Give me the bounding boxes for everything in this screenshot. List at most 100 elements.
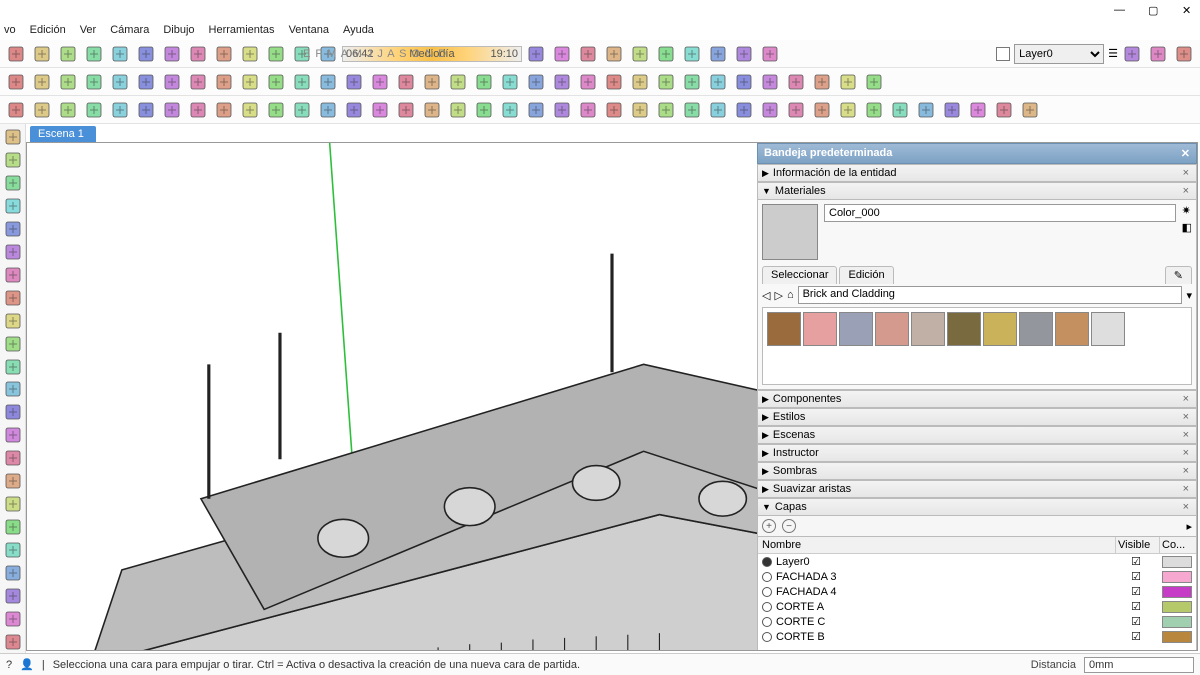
orbit-left-icon[interactable] xyxy=(2,516,24,538)
layer-color-swatch[interactable] xyxy=(1162,601,1192,613)
arc-icon[interactable] xyxy=(212,70,236,94)
material-swatch[interactable] xyxy=(1019,312,1053,346)
axes-icon[interactable] xyxy=(498,70,522,94)
circle-icon[interactable] xyxy=(160,70,184,94)
make-component-icon[interactable] xyxy=(2,149,24,171)
orbit-icon[interactable] xyxy=(550,70,574,94)
menu-cámara[interactable]: Cámara xyxy=(110,24,149,36)
layer-row[interactable]: CORTE B☑ xyxy=(758,629,1196,644)
text-left-icon[interactable] xyxy=(2,447,24,469)
redo-icon[interactable] xyxy=(212,42,236,66)
zoom2-icon[interactable] xyxy=(706,98,730,122)
material-swatch[interactable] xyxy=(1055,312,1089,346)
pie2-icon[interactable] xyxy=(212,98,236,122)
paste-icon[interactable] xyxy=(134,42,158,66)
followme2-icon[interactable] xyxy=(420,98,444,122)
paint2-icon[interactable] xyxy=(30,98,54,122)
outliner-icon[interactable] xyxy=(706,42,730,66)
layers-icon[interactable] xyxy=(810,70,834,94)
layer-visible-checkbox[interactable]: ☑ xyxy=(1114,570,1158,583)
section-styles[interactable]: ▶Estilos× xyxy=(757,408,1197,426)
delete-icon[interactable] xyxy=(160,42,184,66)
pan-left-icon[interactable] xyxy=(2,539,24,561)
select2-icon[interactable] xyxy=(4,98,28,122)
followme-icon[interactable] xyxy=(342,70,366,94)
prev-view-icon[interactable] xyxy=(784,98,808,122)
material-swatch[interactable] xyxy=(1091,312,1125,346)
fog2-icon[interactable] xyxy=(1018,98,1042,122)
sun-icon[interactable] xyxy=(524,42,548,66)
zoom-left-icon[interactable] xyxy=(2,562,24,584)
layer-active-radio[interactable] xyxy=(762,617,772,627)
add-layer-icon[interactable]: + xyxy=(762,519,776,533)
layer-active-radio[interactable] xyxy=(762,587,772,597)
new-file-icon[interactable] xyxy=(4,42,28,66)
walk2-icon[interactable] xyxy=(888,98,912,122)
undo-icon[interactable] xyxy=(186,42,210,66)
material-swatch[interactable] xyxy=(875,312,909,346)
section-components[interactable]: ▶Componentes× xyxy=(757,390,1197,408)
top-view-icon[interactable] xyxy=(1146,42,1170,66)
zoom-extents-icon[interactable] xyxy=(654,70,678,94)
line-icon[interactable] xyxy=(56,70,80,94)
close-icon[interactable]: ✕ xyxy=(1182,4,1194,16)
section-soften[interactable]: ▶Suavizar aristas× xyxy=(757,480,1197,498)
layers-menu-icon[interactable]: ▸ xyxy=(1186,520,1192,533)
dimension-left-icon[interactable] xyxy=(2,470,24,492)
material-swatch[interactable] xyxy=(839,312,873,346)
section-scenes[interactable]: ▶Escenas× xyxy=(757,426,1197,444)
look2-icon[interactable] xyxy=(862,98,886,122)
material-preview-swatch[interactable] xyxy=(762,204,818,260)
arc-tool-icon[interactable] xyxy=(2,287,24,309)
move-icon[interactable] xyxy=(264,70,288,94)
section-left-icon[interactable] xyxy=(2,631,24,653)
zoomwin2-icon[interactable] xyxy=(732,98,756,122)
layers2-icon[interactable] xyxy=(940,98,964,122)
paint-bucket-icon[interactable] xyxy=(2,172,24,194)
pushpull2-icon[interactable] xyxy=(368,98,392,122)
satellite-icon[interactable] xyxy=(576,42,600,66)
look-around-icon[interactable] xyxy=(706,70,730,94)
paint-icon[interactable] xyxy=(758,70,782,94)
scene-icon[interactable] xyxy=(732,42,756,66)
layer-color-swatch[interactable] xyxy=(996,47,1010,61)
section2-icon[interactable] xyxy=(914,98,938,122)
text2-icon[interactable] xyxy=(576,98,600,122)
section-shadows[interactable]: ▶Sombras× xyxy=(757,462,1197,480)
section-materials[interactable]: ▼Materiales× xyxy=(757,182,1197,200)
dimension-icon[interactable] xyxy=(446,70,470,94)
menu-ventana[interactable]: Ventana xyxy=(289,24,329,36)
select-icon[interactable] xyxy=(4,70,28,94)
layer-active-radio[interactable] xyxy=(762,557,772,567)
create-material-icon[interactable]: ✷ xyxy=(1182,204,1192,217)
outliner2-icon[interactable] xyxy=(836,70,860,94)
offset-icon[interactable] xyxy=(394,70,418,94)
help-icon[interactable]: ? xyxy=(6,659,12,671)
col-color[interactable]: Co... xyxy=(1160,537,1196,553)
walk-icon[interactable] xyxy=(628,42,652,66)
text-icon[interactable] xyxy=(472,70,496,94)
layer-active-radio[interactable] xyxy=(762,602,772,612)
protractor-icon[interactable] xyxy=(524,98,548,122)
layer-color-swatch[interactable] xyxy=(1162,616,1192,628)
freehand-tool-icon[interactable] xyxy=(2,218,24,240)
layer-visible-checkbox[interactable]: ☑ xyxy=(1114,630,1158,643)
camera-icon[interactable] xyxy=(602,42,626,66)
freehand-icon[interactable] xyxy=(82,70,106,94)
home-icon[interactable]: ⌂ xyxy=(787,289,794,301)
material-library-select[interactable]: Brick and Cladding xyxy=(798,286,1183,304)
3dtext-icon[interactable] xyxy=(524,70,548,94)
cut-icon[interactable] xyxy=(82,42,106,66)
layer-visible-checkbox[interactable]: ☑ xyxy=(1114,600,1158,613)
freehand2-icon[interactable] xyxy=(108,98,132,122)
circle2-icon[interactable] xyxy=(290,98,314,122)
layer-icon[interactable] xyxy=(680,42,704,66)
next-view-icon[interactable] xyxy=(810,98,834,122)
look-left-icon[interactable] xyxy=(2,608,24,630)
viewport[interactable]: Bandeja predeterminada✕ ▶Información de … xyxy=(26,142,1198,651)
section-icon[interactable] xyxy=(654,42,678,66)
geo-icon[interactable] xyxy=(550,42,574,66)
library-menu-icon[interactable]: ▾ xyxy=(1186,289,1192,302)
offset2-icon[interactable] xyxy=(472,98,496,122)
layer-row[interactable]: FACHADA 3☑ xyxy=(758,569,1196,584)
